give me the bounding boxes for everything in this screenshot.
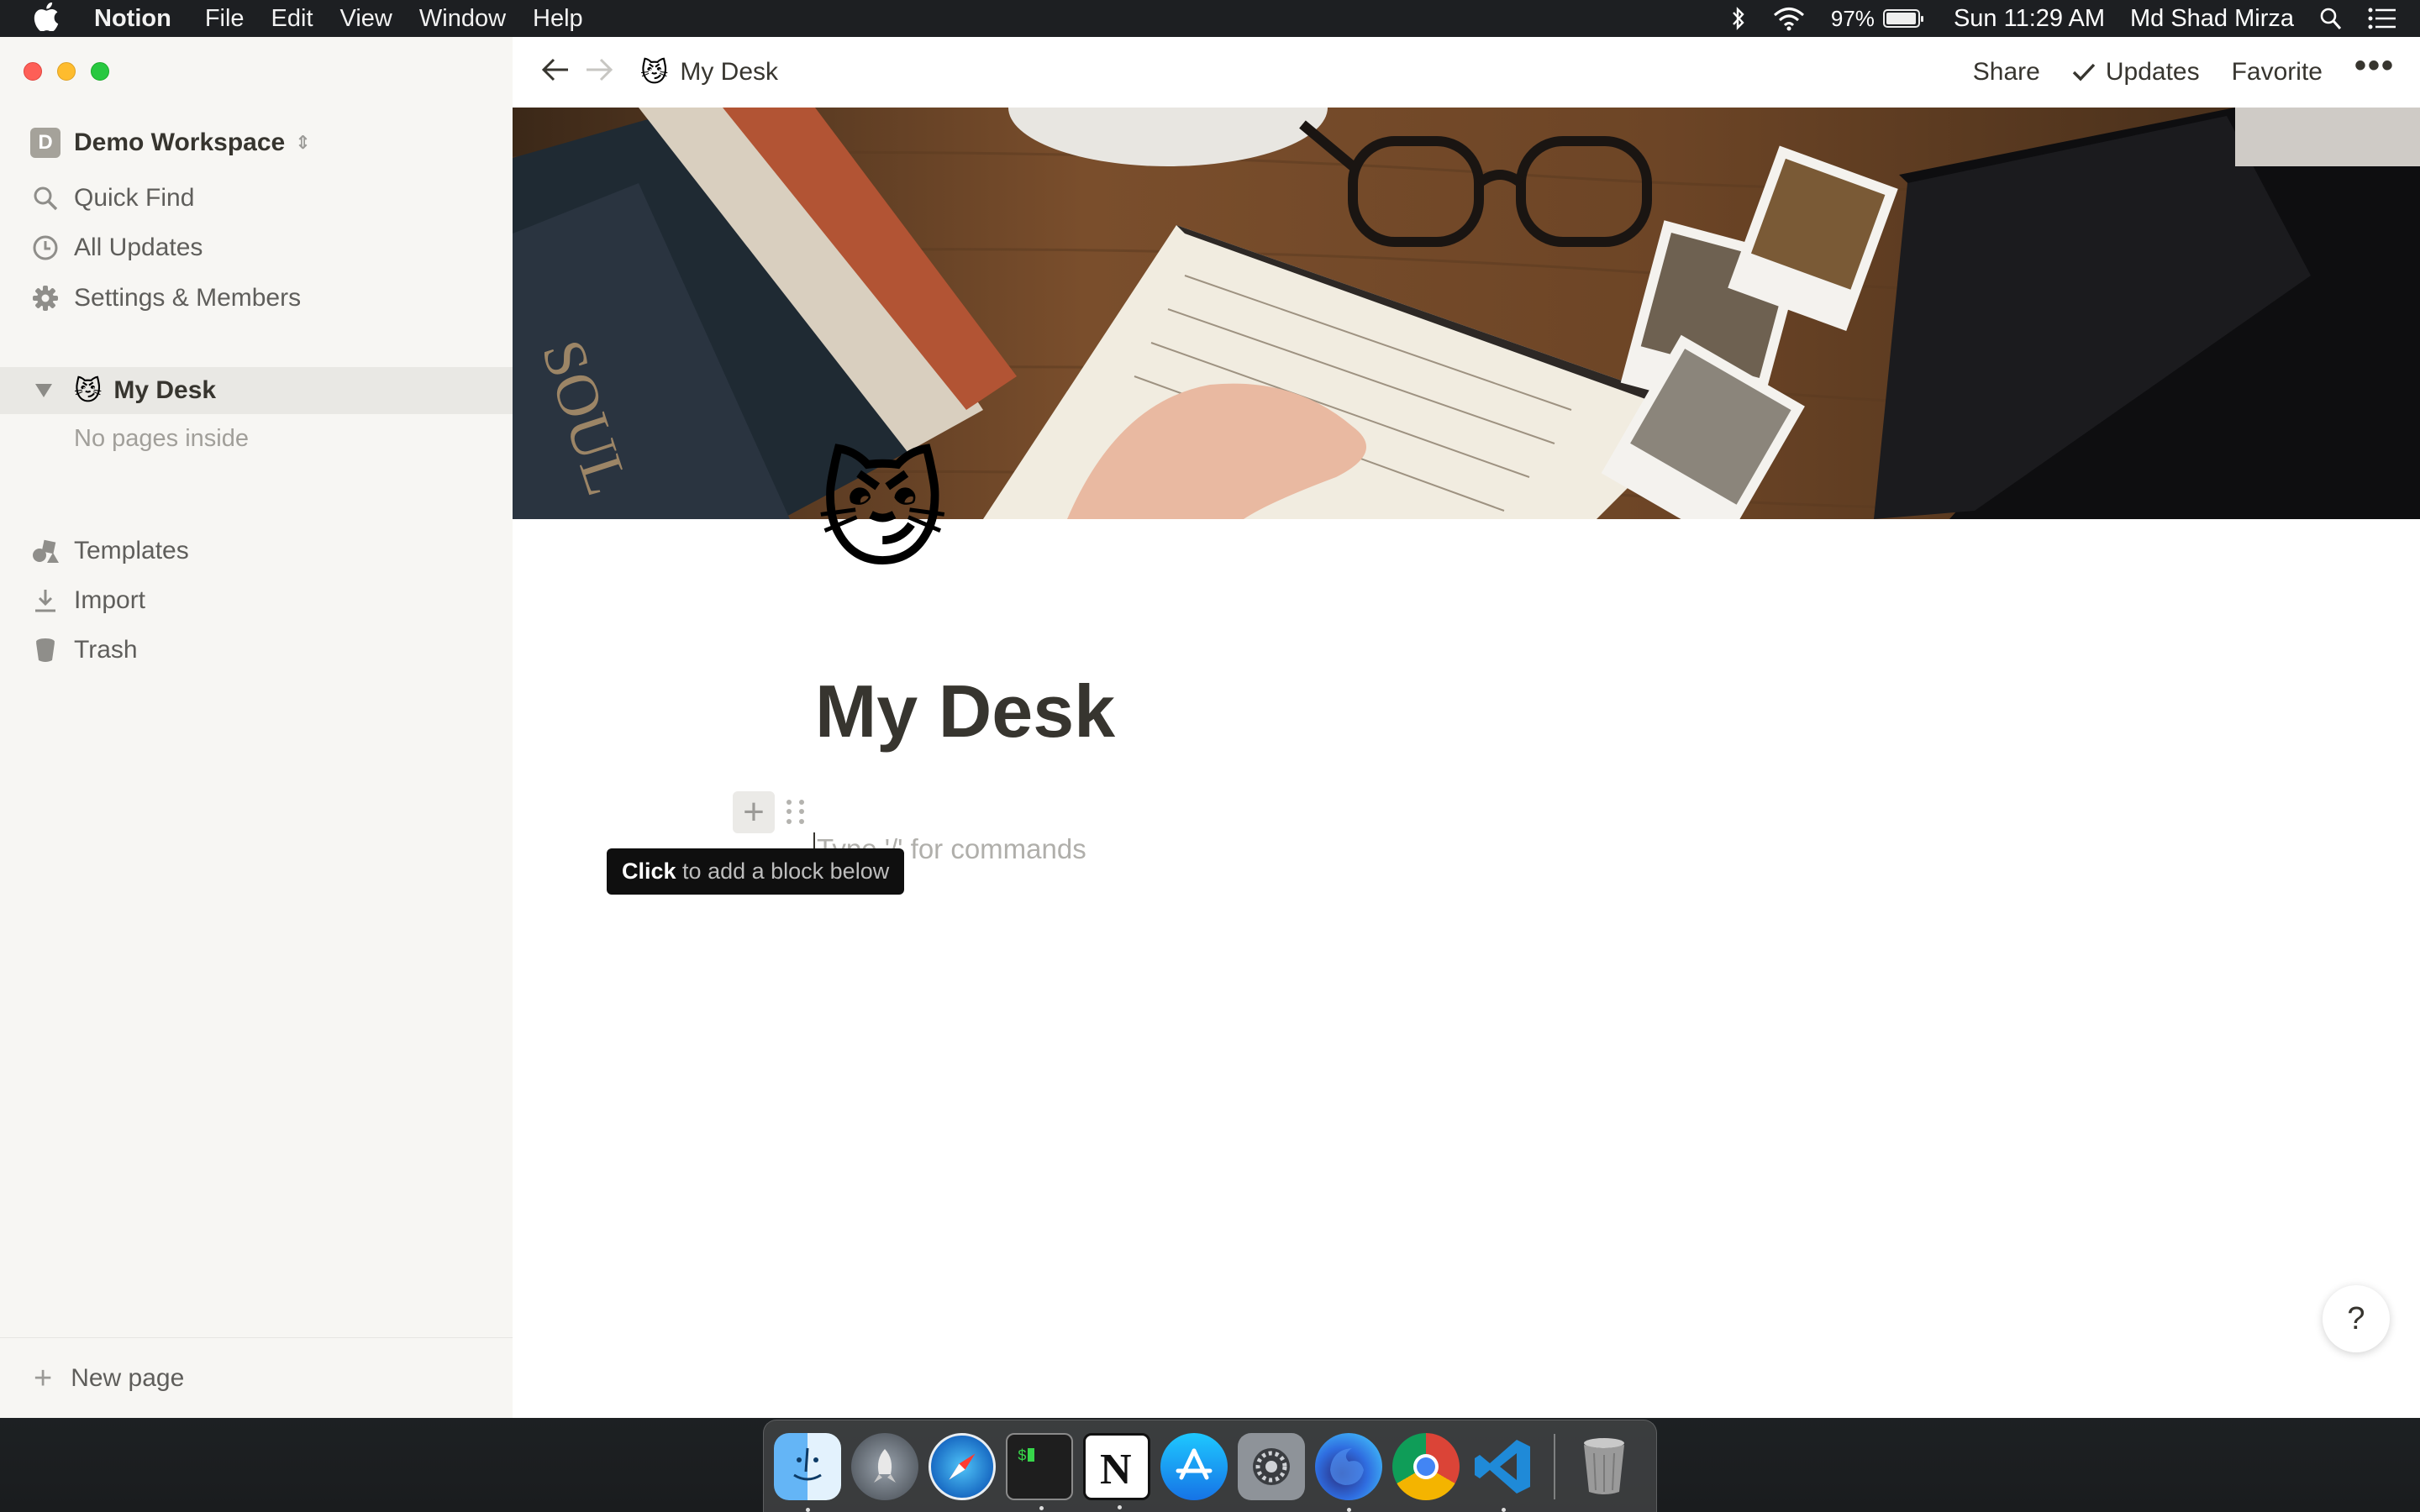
dock-safari-icon[interactable] (929, 1432, 996, 1500)
workspace-switcher[interactable]: D Demo Workspace ⇕ (30, 128, 311, 158)
battery-indicator[interactable]: 97% (1831, 6, 1928, 32)
sidebar-item-trash[interactable]: Trash (30, 635, 138, 665)
dock-app-store-icon[interactable] (1160, 1432, 1228, 1500)
menu-user-name[interactable]: Md Shad Mirza (2130, 5, 2294, 33)
share-button[interactable]: Share (1973, 58, 2040, 87)
menu-clock[interactable]: Sun 11:29 AM (1954, 5, 2105, 33)
dock-system-preferences-icon[interactable] (1238, 1432, 1305, 1500)
dock-terminal-icon[interactable]: $ (1006, 1432, 1073, 1510)
dock-firefox-icon[interactable] (1315, 1432, 1382, 1512)
plus-icon: + (34, 1360, 53, 1396)
sidebar-item-label: Settings & Members (74, 284, 302, 312)
dock-launchpad-icon[interactable] (851, 1432, 918, 1500)
cover-desk-illustration: SOUL (513, 108, 2420, 519)
breadcrumb-cat-emoji-icon: 😼 (640, 57, 669, 87)
workspace-name: Demo Workspace (74, 129, 286, 156)
dock-trash-icon[interactable] (1570, 1433, 1638, 1500)
favorite-button[interactable]: Favorite (2232, 58, 2323, 87)
back-arrow-icon[interactable] (541, 55, 570, 90)
drag-handle-icon[interactable] (786, 800, 807, 825)
apple-icon[interactable] (34, 3, 59, 31)
close-window-button[interactable] (24, 62, 42, 81)
search-icon (30, 183, 60, 213)
sidebar-item-quick-find[interactable]: Quick Find (30, 183, 194, 213)
menu-window[interactable]: Window (419, 5, 506, 33)
menu-bar-status: 97% Sun 11:29 AM Md Shad Mirza (1730, 0, 2420, 37)
tooltip-text: to add a block below (676, 858, 890, 884)
sidebar-item-templates[interactable]: Templates (30, 536, 189, 566)
toggle-caret-icon[interactable] (35, 384, 52, 397)
sidebar-item-label: Import (74, 586, 146, 614)
new-page-label: New page (71, 1363, 185, 1392)
wifi-icon[interactable] (1772, 6, 1806, 31)
import-icon (30, 585, 60, 616)
forward-arrow-icon[interactable] (585, 55, 613, 90)
sidebar: D Demo Workspace ⇕ Quick Find All Update… (0, 37, 513, 1418)
battery-level-fill (1886, 13, 1916, 24)
sidebar-item-label: Templates (74, 537, 189, 564)
sidebar-page-my-desk[interactable]: 😼 My Desk (0, 367, 513, 414)
sidebar-item-label: Trash (74, 636, 138, 664)
page-cover-image[interactable]: SOUL (513, 108, 2420, 519)
battery-percent: 97% (1830, 5, 1875, 31)
dock-finder-icon[interactable] (774, 1432, 841, 1512)
templates-icon (30, 536, 60, 566)
no-pages-inside-text: No pages inside (74, 425, 249, 452)
sidebar-item-settings-members[interactable]: Settings & Members (30, 283, 301, 313)
menu-bar: Notion File Edit View Window Help 97% Su… (0, 0, 2420, 37)
sidebar-item-import[interactable]: Import (30, 585, 145, 616)
menu-file[interactable]: File (205, 5, 245, 33)
zoom-window-button[interactable] (91, 62, 109, 81)
menu-edit[interactable]: Edit (271, 5, 313, 33)
add-block-button[interactable]: + (733, 791, 775, 833)
svg-text:N: N (1100, 1446, 1132, 1492)
minimize-window-button[interactable] (57, 62, 76, 81)
chevron-up-down-icon: ⇕ (295, 132, 311, 153)
page-icon-cat-emoji[interactable]: 😼 (817, 449, 948, 575)
page-area: 😼 My Desk Share Updates Favorite ••• SOU… (513, 37, 2420, 1418)
dock-vscode-icon[interactable] (1470, 1433, 1537, 1512)
trash-icon (30, 635, 60, 665)
spotlight-icon[interactable] (2319, 6, 2343, 31)
sidebar-page-title: My Desk (113, 376, 217, 404)
dock-chrome-icon[interactable] (1392, 1432, 1460, 1500)
gear-icon (30, 283, 60, 313)
bluetooth-icon[interactable] (1730, 6, 1747, 31)
window-controls (24, 62, 124, 81)
dock: $ N (763, 1420, 1657, 1512)
top-bar: 😼 My Desk Share Updates Favorite ••• (513, 37, 2420, 108)
more-options-button[interactable]: ••• (2354, 47, 2395, 85)
svg-text:$: $ (1018, 1448, 1027, 1465)
cat-emoji-icon: 😼 (74, 375, 103, 406)
menu-help[interactable]: Help (533, 5, 583, 33)
updates-label: Updates (2105, 58, 2200, 86)
notion-window: D Demo Workspace ⇕ Quick Find All Update… (0, 37, 2420, 1418)
dock-separator (1554, 1433, 1555, 1499)
dock-notion-icon[interactable]: N (1083, 1432, 1150, 1509)
sidebar-item-label: Quick Find (74, 184, 195, 212)
top-bar-actions: Share Updates Favorite ••• (1973, 37, 2420, 108)
help-button[interactable]: ? (2323, 1285, 2390, 1352)
page-title[interactable]: My Desk (815, 669, 1115, 754)
add-block-tooltip: Click to add a block below (607, 848, 905, 895)
battery-icon (1882, 9, 1923, 28)
menu-view[interactable]: View (340, 5, 392, 33)
sidebar-item-label: All Updates (74, 234, 203, 261)
updates-button[interactable]: Updates (2072, 58, 2200, 87)
new-page-button[interactable]: + New page (0, 1337, 513, 1418)
block-controls: + (733, 791, 807, 833)
menu-app-name[interactable]: Notion (94, 5, 171, 33)
workspace-badge: D (30, 128, 60, 158)
notification-center-icon[interactable] (2368, 7, 2396, 30)
breadcrumb[interactable]: My Desk (680, 58, 778, 87)
tooltip-bold-text: Click (622, 858, 676, 884)
desktop: Notion File Edit View Window Help 97% Su… (0, 0, 2420, 1512)
clock-icon (30, 233, 60, 263)
checkmark-icon (2072, 63, 2096, 81)
sidebar-item-all-updates[interactable]: All Updates (30, 233, 203, 263)
